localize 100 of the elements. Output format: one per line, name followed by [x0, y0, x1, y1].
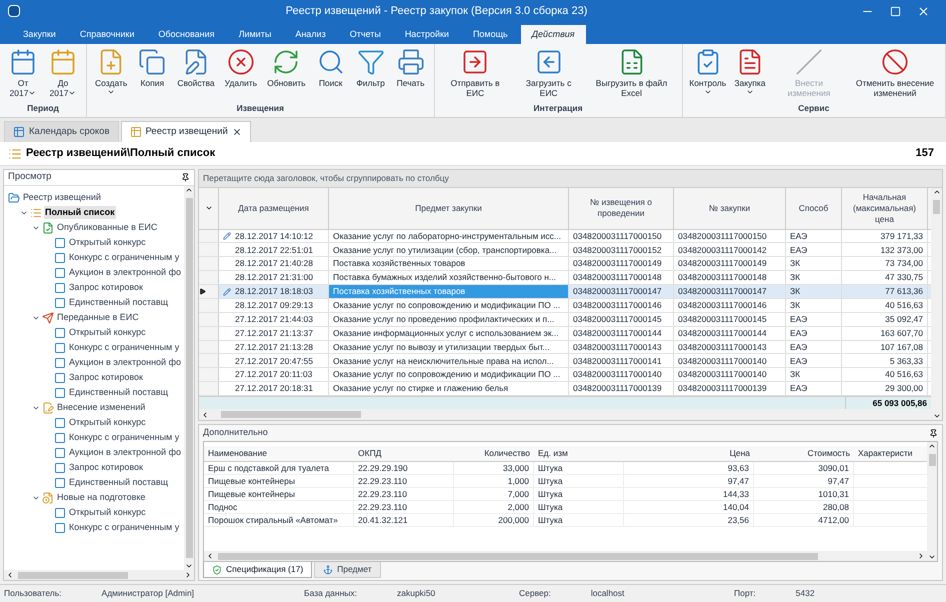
scroll-down-icon[interactable]	[932, 412, 940, 420]
ribbon-tab[interactable]: Лимиты	[228, 25, 282, 44]
ribbon-button[interactable]: Фильтр	[352, 48, 390, 102]
column-header[interactable]: ОКПД	[354, 446, 454, 461]
tree-item[interactable]: Запрос котировок	[68, 460, 144, 474]
ribbon-button[interactable]: Отправить в ЕИС	[438, 48, 512, 102]
tree-item[interactable]: Запрос котировок	[68, 370, 144, 384]
ribbon-button[interactable]: От 2017	[4, 48, 42, 102]
scroll-right-icon[interactable]	[917, 552, 925, 560]
maximize-icon[interactable]	[890, 6, 901, 16]
table-row[interactable]: 27.12.2017 21:13:37 Оказание информационных услуг с использованием эк... 0348200031117000144 0348200031117000144 ЕАЭ 163 607,70	[199, 326, 931, 341]
table-row[interactable]: 27.12.2017 21:44:03 Оказание услуг по проведению профилактических и п... 0348200031117000145 0348200031117000145 ЕАЭ 35 092,47	[199, 312, 931, 327]
tree-item[interactable]: Аукцион в электронной фо	[68, 446, 182, 460]
tree-item[interactable]: Полный список	[44, 206, 116, 220]
scroll-thumb[interactable]	[18, 572, 128, 578]
horizontal-scrollbar[interactable]	[4, 570, 194, 580]
ribbon-tab[interactable]: Обоснования	[147, 25, 226, 44]
document-tab[interactable]: Календарь сроков	[4, 121, 118, 142]
scroll-up-icon[interactable]	[928, 442, 936, 450]
scroll-thumb[interactable]	[186, 198, 192, 558]
scroll-thumb[interactable]	[928, 454, 936, 466]
column-header[interactable]: Ед. изм	[534, 446, 624, 461]
ribbon-button[interactable]: Закупка	[730, 48, 769, 102]
scroll-left-icon[interactable]	[201, 410, 209, 419]
scroll-thumb[interactable]	[221, 411, 361, 418]
ribbon-button[interactable]: Загрузить с ЕИС	[514, 48, 584, 102]
horizontal-scrollbar[interactable]	[199, 409, 931, 420]
tree-item[interactable]: Конкурс с ограниченным у	[68, 520, 180, 534]
ribbon-tab[interactable]: Отчеты	[338, 25, 392, 44]
ribbon-button[interactable]: Отменить внесение изменений	[849, 48, 941, 102]
tree-item[interactable]: Открытый конкурс	[68, 506, 147, 520]
scrollbar[interactable]	[931, 188, 942, 420]
table-row[interactable]: 27.12.2017 20:18:31 Оказание услуг по стирке и глажению белья 0348200031117000139 0348200031117000139 ЕАЭ 29 300,00	[199, 382, 931, 396]
scroll-thumb[interactable]	[933, 200, 940, 214]
tree-item[interactable]: Аукцион в электронной фо	[68, 266, 182, 280]
ribbon-tab[interactable]: Настройки	[394, 25, 460, 44]
column-header[interactable]: № закупки	[674, 188, 786, 229]
panel-tab[interactable]: Предмет	[314, 562, 381, 578]
ribbon-button[interactable]: Копия	[133, 48, 172, 102]
column-header[interactable]: Дата размещения	[219, 188, 329, 229]
pin-icon[interactable]	[181, 173, 190, 182]
tree-item[interactable]: Открытый конкурс	[68, 416, 147, 430]
table-row[interactable]: 28.12.2017 21:31:00 Поставка бумажных изделий хозяйственно-бытового н... 0348200031117000148 0348200031117000148 ЗК 47 330,75	[199, 271, 931, 286]
pin-icon[interactable]	[929, 428, 938, 438]
tree-item[interactable]: Открытый конкурс	[68, 236, 147, 250]
scroll-down-icon[interactable]	[928, 553, 936, 561]
column-header[interactable]: Количество	[454, 446, 534, 461]
scroll-left-icon[interactable]	[206, 552, 214, 560]
scrollbar[interactable]	[184, 186, 194, 570]
close-icon[interactable]	[232, 127, 242, 137]
scroll-left-icon[interactable]	[6, 571, 14, 579]
table-row[interactable]: 27.12.2017 20:47:55 Оказание услуг на неисключительные права на испол... 0348200031117000141 0348200031117000140 ЕАЭ 5 363,33	[199, 354, 931, 368]
scroll-up-icon[interactable]	[185, 186, 193, 194]
ribbon-button[interactable]: Выгрузить в файл Excel	[586, 48, 678, 102]
ribbon-button[interactable]: Удалить	[220, 48, 262, 102]
table-row[interactable]: 28.12.2017 22:51:01 Оказание услуг по утилизации (сбор, транспортировка... 0348200031117000152 0348200031117000142 ЕАЭ 132 373,00	[199, 243, 931, 258]
tree-item[interactable]: Переданные в ЕИС	[56, 310, 140, 324]
scrollbar[interactable]	[927, 442, 937, 561]
document-tab[interactable]: Реестр извещений	[120, 121, 251, 142]
column-header[interactable]: Стоимость	[754, 446, 854, 461]
table-row[interactable]: 27.12.2017 21:13:28 Оказание услуг по вывозу и утилизации твердых быт... 0348200031117000143 0348200031117000143 ЕАЭ 107 167,08	[199, 340, 931, 354]
ribbon-tab[interactable]: Анализ	[284, 25, 337, 44]
tree-item[interactable]: Открытый конкурс	[68, 326, 147, 340]
ribbon-tab[interactable]: Справочники	[68, 25, 146, 44]
table-row[interactable]: 28.12.2017 18:18:03 Поставка хозяйственных товаров 0348200031117000147 0348200031117000147 ЗК 77 613,36	[199, 285, 931, 299]
tree-item[interactable]: Опубликованные в ЕИС	[56, 220, 158, 234]
tree-item[interactable]: Конкурс с ограниченным у	[68, 430, 180, 444]
tree-item[interactable]: Единственный поставщ	[68, 476, 170, 490]
column-header[interactable]: № извещения о проведении	[569, 188, 674, 229]
column-header[interactable]: Способ	[786, 188, 842, 229]
scroll-thumb[interactable]	[218, 552, 818, 560]
column-header[interactable]: Наименование	[204, 446, 354, 461]
table-row[interactable]: 28.12.2017 09:29:13 Оказание услуг по сопровождению и модификации ПО ... 0348200031117000146 0348200031117000146 ЗК 40 516,63	[199, 298, 931, 313]
scroll-up-icon[interactable]	[932, 188, 940, 196]
tree-item[interactable]: Аукцион в электронной фо	[68, 356, 182, 370]
column-header[interactable]: Начальная (максимальная) цена	[842, 188, 928, 229]
tree-item[interactable]: Конкурс с ограниченным у	[68, 250, 180, 264]
scroll-down-icon[interactable]	[185, 562, 193, 570]
table-row[interactable]: 28.12.2017 14:10:12 Оказание услуг по лабораторно-инструментальным исс... 0348200031117000150 0348200031117000150 ЕАЭ 379 171,33	[199, 230, 931, 244]
tree-item[interactable]: Единственный поставщ	[68, 296, 170, 310]
ribbon-button[interactable]: Печать	[392, 48, 430, 102]
column-header[interactable]: Цена	[624, 446, 754, 461]
table-row[interactable]: 28.12.2017 21:40:28 Поставка хозяйственных товаров 0348200031117000149 0348200031117000149 ЗК 73 734,00	[199, 257, 931, 272]
ribbon-button[interactable]: Свойства	[173, 48, 219, 102]
panel-tab[interactable]: Спецификация (17)	[203, 562, 312, 578]
tree-item[interactable]: Внесение изменений	[56, 400, 146, 414]
tree-item[interactable]: Единственный поставщ	[68, 386, 170, 400]
column-header[interactable]: Характеристи	[854, 446, 924, 461]
tree-item[interactable]: Конкурс с ограниченным у	[68, 340, 180, 354]
tree-item[interactable]: Запрос котировок	[68, 280, 144, 294]
ribbon-button[interactable]: Контроль	[686, 48, 729, 102]
ribbon-button[interactable]: Создать	[91, 48, 132, 102]
ribbon-tab[interactable]: Закупки	[12, 25, 67, 44]
horizontal-scrollbar[interactable]	[204, 551, 927, 561]
ribbon-tab[interactable]: Помощь	[462, 25, 519, 44]
ribbon-button[interactable]: Обновить	[263, 48, 310, 102]
ribbon-button[interactable]: До 2017	[44, 48, 82, 102]
ribbon-button[interactable]: Поиск	[312, 48, 350, 102]
ribbon-tab[interactable]: Действия	[520, 25, 586, 44]
scroll-right-icon[interactable]	[184, 571, 192, 579]
